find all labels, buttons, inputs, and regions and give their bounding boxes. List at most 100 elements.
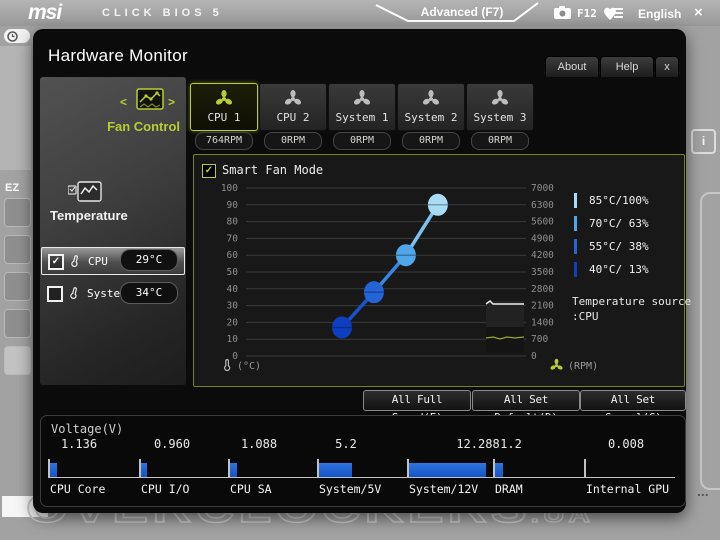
fan-tab-system1[interactable]: System 1 bbox=[328, 83, 396, 131]
fan-tab-label: System 1 bbox=[335, 111, 389, 124]
system-sensor-checkbox[interactable] bbox=[47, 286, 63, 302]
msi-logo: msi bbox=[28, 1, 62, 24]
legend-swatch bbox=[574, 262, 577, 277]
voltage-rail-label: DRAM bbox=[495, 482, 523, 496]
right-axis-tick: 4200 bbox=[531, 250, 554, 261]
voltage-value: 1.2 bbox=[500, 437, 522, 451]
fan-control-next-arrow[interactable]: > bbox=[168, 95, 175, 109]
language-selector[interactable]: English bbox=[638, 7, 681, 21]
left-axis-tick: 100 bbox=[221, 183, 238, 194]
ellipsis-label: ... bbox=[697, 483, 709, 499]
right-axis-tick: 700 bbox=[531, 334, 548, 345]
sensor-label: CPU bbox=[88, 255, 108, 268]
system-temp-value: 34°C bbox=[120, 282, 178, 304]
legend-swatch bbox=[574, 193, 577, 208]
dialog-close-button[interactable]: x bbox=[655, 56, 679, 77]
clock-widget bbox=[4, 29, 30, 43]
page-title: Hardware Monitor bbox=[48, 46, 188, 65]
temperature-source-label: Temperature source:CPU bbox=[572, 295, 692, 323]
all-full-speed-button[interactable]: All Full Speed(F) bbox=[363, 390, 471, 424]
right-axis-tick: 4900 bbox=[531, 233, 554, 244]
voltage-bar bbox=[141, 463, 147, 477]
fan-icon bbox=[283, 89, 303, 109]
sidebar-nav-icon-4[interactable] bbox=[4, 309, 31, 338]
voltage-value: 5.2 bbox=[335, 437, 357, 451]
all-set-cancel-button[interactable]: All Set Cancel(C) bbox=[580, 390, 686, 424]
brand-title: CLICK BIOS 5 bbox=[102, 7, 223, 19]
voltage-value: 0.008 bbox=[607, 437, 645, 451]
hardware-monitor-dialog: Hardware Monitor About Help x < > Fan Co… bbox=[33, 29, 691, 513]
fan-tab-label: System 2 bbox=[404, 111, 458, 124]
fan-tab-system3[interactable]: System 3 bbox=[466, 83, 534, 131]
left-axis-tick: 60 bbox=[227, 250, 239, 261]
advanced-mode-button[interactable]: Advanced (F7) bbox=[372, 0, 542, 26]
close-app-icon[interactable]: × bbox=[694, 4, 703, 21]
legend-label: 85°C/100% bbox=[589, 194, 649, 207]
legend-label: 70°C/ 63% bbox=[589, 217, 649, 230]
thermometer-icon bbox=[66, 250, 84, 273]
voltage-rail-label: CPU SA bbox=[230, 482, 272, 496]
fan-tab-label: System 3 bbox=[473, 111, 527, 124]
thermometer-icon bbox=[65, 282, 83, 305]
fan-rpm-badge: 0RPM bbox=[471, 132, 529, 150]
legend-label: 40°C/ 13% bbox=[589, 263, 649, 276]
fan-control-prev-arrow[interactable]: < bbox=[120, 95, 127, 109]
clock-icon bbox=[7, 31, 18, 42]
ez-mode-label: EZ bbox=[5, 182, 20, 194]
favorites-icon[interactable] bbox=[602, 5, 624, 21]
voltage-rail-label: Internal GPU bbox=[586, 482, 670, 496]
right-axis-tick: 3500 bbox=[531, 267, 554, 278]
voltage-bar bbox=[495, 463, 503, 477]
fan-tab-system2[interactable]: System 2 bbox=[397, 83, 465, 131]
legend-swatch bbox=[574, 216, 577, 231]
temperature-icon bbox=[68, 181, 102, 202]
voltage-rail-label: System/12V bbox=[409, 482, 479, 496]
sidebar-nav-icon-2[interactable] bbox=[4, 235, 31, 264]
right-axis-tick: 7000 bbox=[531, 183, 554, 194]
left-axis-tick: 50 bbox=[227, 267, 239, 278]
left-axis-tick: 70 bbox=[227, 233, 239, 244]
right-axis-tick: 6300 bbox=[531, 200, 554, 211]
voltage-rail-label: CPU Core bbox=[50, 482, 106, 496]
tab-help[interactable]: Help bbox=[600, 56, 654, 77]
info-button[interactable]: i bbox=[691, 129, 716, 154]
right-axis-tick: 0 bbox=[531, 351, 537, 360]
voltage-value: 1.088 bbox=[240, 437, 278, 451]
voltage-value: 1.136 bbox=[60, 437, 98, 451]
sidebar-nav-icon-1[interactable] bbox=[4, 198, 31, 227]
background-right-panel bbox=[700, 192, 720, 490]
voltage-bar bbox=[319, 463, 352, 477]
voltage-title: Voltage(V) bbox=[51, 422, 124, 436]
sidebar-nav-icon-3[interactable] bbox=[4, 272, 31, 301]
fan-control-label: Fan Control bbox=[107, 119, 180, 134]
right-axis-tick: 2100 bbox=[531, 301, 554, 312]
left-axis-tick: 10 bbox=[227, 334, 239, 345]
voltage-rail-label: CPU I/O bbox=[141, 482, 190, 496]
fan-rpm-badge: 764RPM bbox=[195, 132, 253, 150]
sidebar-nav-icon-5[interactable] bbox=[4, 346, 31, 375]
screen: msi CLICK BIOS 5 Advanced (F7) F12 Engli… bbox=[0, 0, 720, 540]
fan-tab-cpu2[interactable]: CPU 2 bbox=[259, 83, 327, 131]
fan-icon bbox=[490, 89, 510, 109]
smart-fan-checkbox[interactable]: ✓ bbox=[202, 164, 216, 178]
voltage-tick bbox=[584, 459, 586, 478]
voltage-panel: Voltage(V) 1.136 CPU Core 0.960 CPU I/O 1.08… bbox=[40, 415, 686, 507]
camera-icon[interactable] bbox=[553, 6, 572, 20]
fan-tab-cpu1[interactable]: CPU 1 bbox=[190, 83, 258, 131]
screenshot-key-label: F12 bbox=[577, 7, 597, 20]
voltage-rail-label: System/5V bbox=[319, 482, 382, 496]
right-axis-tick: 5600 bbox=[531, 217, 554, 228]
fan-rpm-badge: 0RPM bbox=[264, 132, 322, 150]
x-axis-label: (°C) bbox=[237, 361, 262, 372]
monitor-sidebar: < > Fan Control Temperature ✓ CPU 29°C S… bbox=[40, 77, 186, 385]
all-set-default-button[interactable]: All Set Default(D) bbox=[472, 390, 580, 424]
legend-swatch bbox=[574, 239, 577, 254]
cpu-sensor-checkbox[interactable]: ✓ bbox=[48, 254, 64, 270]
fan-tab-label: CPU 2 bbox=[276, 111, 310, 124]
background-left-panel bbox=[0, 46, 31, 170]
temperature-section-label: Temperature bbox=[50, 208, 128, 223]
left-axis-tick: 80 bbox=[227, 217, 239, 228]
fan-icon bbox=[352, 89, 372, 109]
tab-about[interactable]: About bbox=[545, 56, 599, 77]
voltage-bar bbox=[230, 463, 237, 477]
